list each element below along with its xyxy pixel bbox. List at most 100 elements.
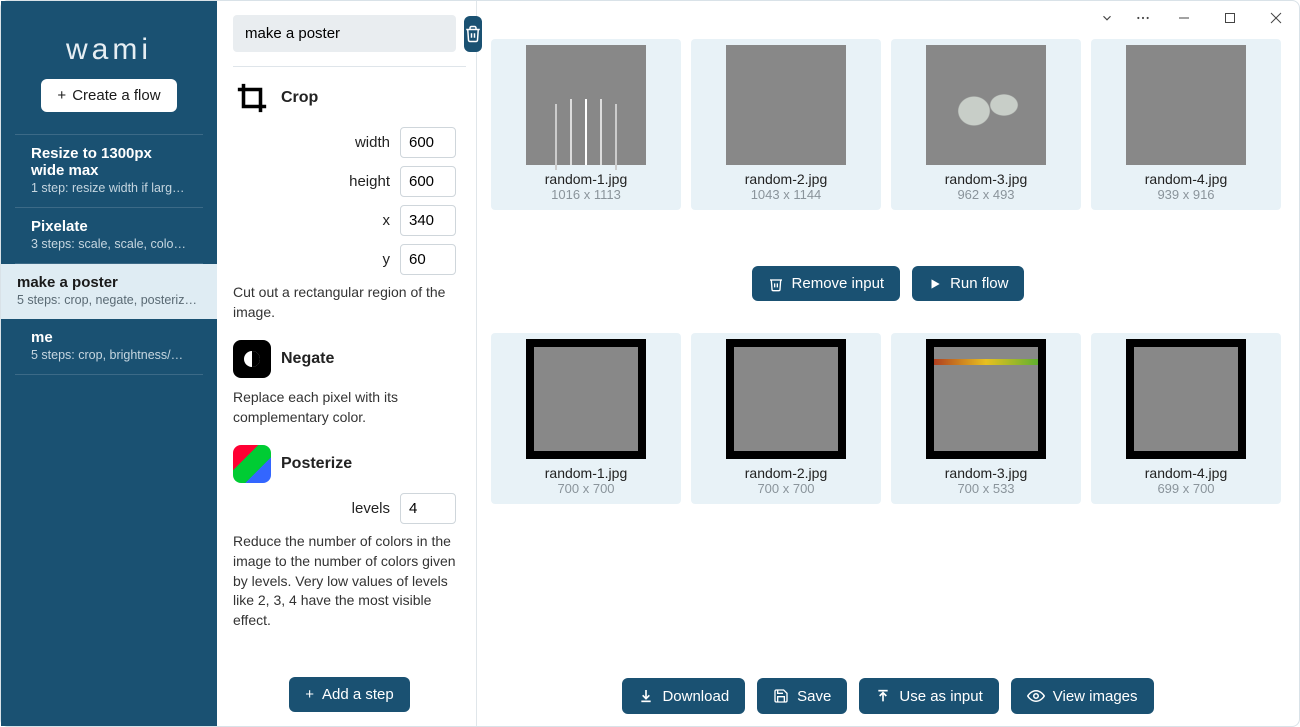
thumbnail-filename: random-1.jpg: [497, 171, 675, 187]
param-label: width: [355, 134, 390, 151]
step-description: Replace each pixel with its complementar…: [233, 388, 456, 427]
add-step-label: Add a step: [322, 686, 394, 703]
eye-icon: [1027, 687, 1045, 705]
plus-icon: +: [305, 686, 314, 703]
thumbnail-filename: random-2.jpg: [697, 171, 875, 187]
thumbnail-image: [1097, 45, 1275, 165]
view-images-label: View images: [1053, 688, 1138, 705]
flow-title: me: [31, 329, 187, 346]
flow-title: Pixelate: [31, 218, 187, 235]
thumbnail-image: [697, 339, 875, 459]
window-controls: [1089, 1, 1299, 35]
thumbnail-dimensions: 700 x 533: [897, 481, 1075, 496]
flow-subtitle: 5 steps: crop, negate, posterize...: [17, 293, 201, 307]
use-as-input-label: Use as input: [899, 688, 982, 705]
play-icon: [928, 277, 942, 291]
thumbnail-image: [1097, 339, 1275, 459]
plus-icon: +: [57, 87, 66, 104]
param-input-width[interactable]: [400, 127, 456, 158]
thumbnail-filename: random-3.jpg: [897, 465, 1075, 481]
param-row: x: [233, 205, 456, 236]
param-row: levels: [233, 493, 456, 524]
param-input-levels[interactable]: [400, 493, 456, 524]
thumbnail-filename: random-3.jpg: [897, 171, 1075, 187]
run-flow-label: Run flow: [950, 275, 1008, 292]
step-negate: Negate Replace each pixel with its compl…: [233, 340, 456, 427]
output-thumbnail[interactable]: random-2.jpg 700 x 700: [691, 333, 881, 504]
step-title: Posterize: [281, 455, 352, 473]
sidebar-flow-item[interactable]: Resize to 1300px wide max 1 step: resize…: [15, 134, 203, 208]
flow-name-input[interactable]: [233, 15, 456, 52]
flow-title: Resize to 1300px wide max: [31, 145, 187, 179]
param-row: width: [233, 127, 456, 158]
main-panel: random-1.jpg 1016 x 1113 random-2.jpg 10…: [477, 1, 1299, 726]
param-input-x[interactable]: [400, 205, 456, 236]
use-as-input-button[interactable]: Use as input: [859, 678, 998, 714]
thumbnail-image: [497, 45, 675, 165]
download-button[interactable]: Download: [622, 678, 745, 714]
steps-list[interactable]: Crop width height x y Cut out a rectangu…: [233, 66, 466, 667]
input-thumbnail[interactable]: random-4.jpg 939 x 916: [1091, 39, 1281, 210]
maximize-icon[interactable]: [1207, 1, 1253, 35]
param-input-y[interactable]: [400, 244, 456, 275]
sidebar-flow-item[interactable]: me 5 steps: crop, brightness/contr...: [15, 319, 203, 375]
save-label: Save: [797, 688, 831, 705]
view-images-button[interactable]: View images: [1011, 678, 1154, 714]
thumbnail-image: [497, 339, 675, 459]
download-icon: [638, 688, 654, 704]
run-flow-button[interactable]: Run flow: [912, 266, 1024, 301]
input-thumbnail[interactable]: random-1.jpg 1016 x 1113: [491, 39, 681, 210]
minimize-icon[interactable]: [1161, 1, 1207, 35]
flow-subtitle: 5 steps: crop, brightness/contr...: [31, 348, 187, 362]
input-gallery: random-1.jpg 1016 x 1113 random-2.jpg 10…: [491, 39, 1285, 210]
thumbnail-dimensions: 962 x 493: [897, 187, 1075, 202]
step-title: Crop: [281, 89, 318, 107]
param-row: y: [233, 244, 456, 275]
close-icon[interactable]: [1253, 1, 1299, 35]
step-description: Reduce the number of colors in the image…: [233, 532, 456, 630]
input-thumbnail[interactable]: random-3.jpg 962 x 493: [891, 39, 1081, 210]
step-posterize: Posterize levels Reduce the number of co…: [233, 445, 456, 630]
param-label: levels: [352, 500, 390, 517]
flow-list: Resize to 1300px wide max 1 step: resize…: [1, 134, 217, 375]
thumbnail-image: [697, 45, 875, 165]
remove-input-button[interactable]: Remove input: [752, 266, 901, 301]
thumbnail-dimensions: 1016 x 1113: [497, 187, 675, 202]
remove-input-label: Remove input: [792, 275, 885, 292]
app-logo: wami: [1, 9, 217, 79]
thumbnail-dimensions: 939 x 916: [1097, 187, 1275, 202]
param-input-height[interactable]: [400, 166, 456, 197]
trash-icon: [768, 276, 784, 292]
param-label: height: [349, 173, 390, 190]
input-thumbnail[interactable]: random-2.jpg 1043 x 1144: [691, 39, 881, 210]
more-icon[interactable]: [1125, 1, 1161, 35]
thumbnail-filename: random-1.jpg: [497, 465, 675, 481]
output-thumbnail[interactable]: random-4.jpg 699 x 700: [1091, 333, 1281, 504]
sidebar-flow-item[interactable]: make a poster 5 steps: crop, negate, pos…: [1, 264, 217, 319]
chevron-down-icon[interactable]: [1089, 1, 1125, 35]
thumbnail-image: [897, 45, 1075, 165]
save-icon: [773, 688, 789, 704]
step-description: Cut out a rectangular region of the imag…: [233, 283, 456, 322]
flow-subtitle: 3 steps: scale, scale, colorize: [31, 237, 187, 251]
create-flow-button[interactable]: + Create a flow: [41, 79, 176, 112]
thumbnail-filename: random-2.jpg: [697, 465, 875, 481]
param-label: y: [383, 251, 391, 268]
sidebar-flow-item[interactable]: Pixelate 3 steps: scale, scale, colorize: [15, 208, 203, 264]
output-gallery: random-1.jpg 700 x 700 random-2.jpg 700 …: [491, 333, 1285, 504]
output-thumbnail[interactable]: random-1.jpg 700 x 700: [491, 333, 681, 504]
thumbnail-dimensions: 699 x 700: [1097, 481, 1275, 496]
thumbnail-dimensions: 1043 x 1144: [697, 187, 875, 202]
flow-editor: Crop width height x y Cut out a rectangu…: [217, 1, 477, 726]
step-title: Negate: [281, 350, 334, 368]
save-button[interactable]: Save: [757, 678, 847, 714]
thumbnail-filename: random-4.jpg: [1097, 465, 1275, 481]
flow-title: make a poster: [17, 274, 201, 291]
add-step-button[interactable]: + Add a step: [289, 677, 409, 712]
flow-subtitle: 1 step: resize width if larger than: [31, 181, 187, 195]
output-thumbnail[interactable]: random-3.jpg 700 x 533: [891, 333, 1081, 504]
logo-text: wami: [66, 33, 152, 67]
download-label: Download: [662, 688, 729, 705]
step-crop: Crop width height x y Cut out a rectangu…: [233, 79, 456, 322]
param-label: x: [383, 212, 391, 229]
